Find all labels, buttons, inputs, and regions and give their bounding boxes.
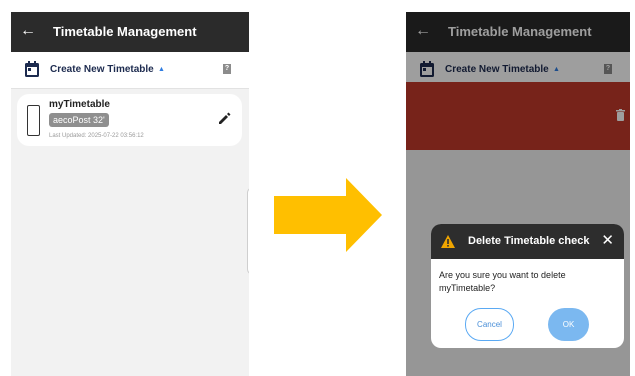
transition-arrow-icon bbox=[274, 178, 382, 252]
dialog-title: Delete Timetable check bbox=[468, 235, 590, 247]
help-icon[interactable]: ? bbox=[223, 64, 231, 74]
side-drawer-handle[interactable] bbox=[247, 187, 249, 275]
right-screen: ← Timetable Management Create New Timeta… bbox=[406, 12, 630, 376]
ok-button[interactable]: OK bbox=[548, 308, 589, 341]
dialog-header: Delete Timetable check ✕ bbox=[431, 224, 624, 259]
toolbar: Create New Timetable ▲ ? bbox=[11, 52, 249, 89]
app-title: Timetable Management bbox=[53, 24, 197, 39]
phone-icon bbox=[27, 105, 40, 136]
caret-up-icon[interactable]: ▲ bbox=[158, 64, 165, 76]
edit-pencil-icon[interactable] bbox=[217, 112, 231, 126]
last-updated: Last Updated: 2025-07-22 03:56:12 bbox=[49, 133, 144, 139]
cancel-button[interactable]: Cancel bbox=[465, 308, 514, 341]
delete-confirm-dialog: Delete Timetable check ✕ Are you sure yo… bbox=[431, 224, 624, 348]
dialog-message: Are you sure you want to delete myTimeta… bbox=[439, 270, 566, 293]
calendar-icon[interactable] bbox=[25, 61, 39, 77]
close-icon[interactable]: ✕ bbox=[601, 232, 614, 250]
left-screen: ← Timetable Management Create New Timeta… bbox=[11, 12, 249, 376]
warning-icon bbox=[441, 235, 455, 248]
app-bar: ← Timetable Management bbox=[11, 12, 249, 52]
timetable-card[interactable]: myTimetable aecoPost 32' Last Updated: 2… bbox=[17, 94, 242, 146]
back-arrow-icon[interactable]: ← bbox=[20, 21, 36, 41]
create-new-timetable-button[interactable]: Create New Timetable bbox=[50, 64, 154, 76]
device-chip: aecoPost 32' bbox=[49, 113, 109, 127]
timetable-name: myTimetable bbox=[49, 99, 110, 110]
